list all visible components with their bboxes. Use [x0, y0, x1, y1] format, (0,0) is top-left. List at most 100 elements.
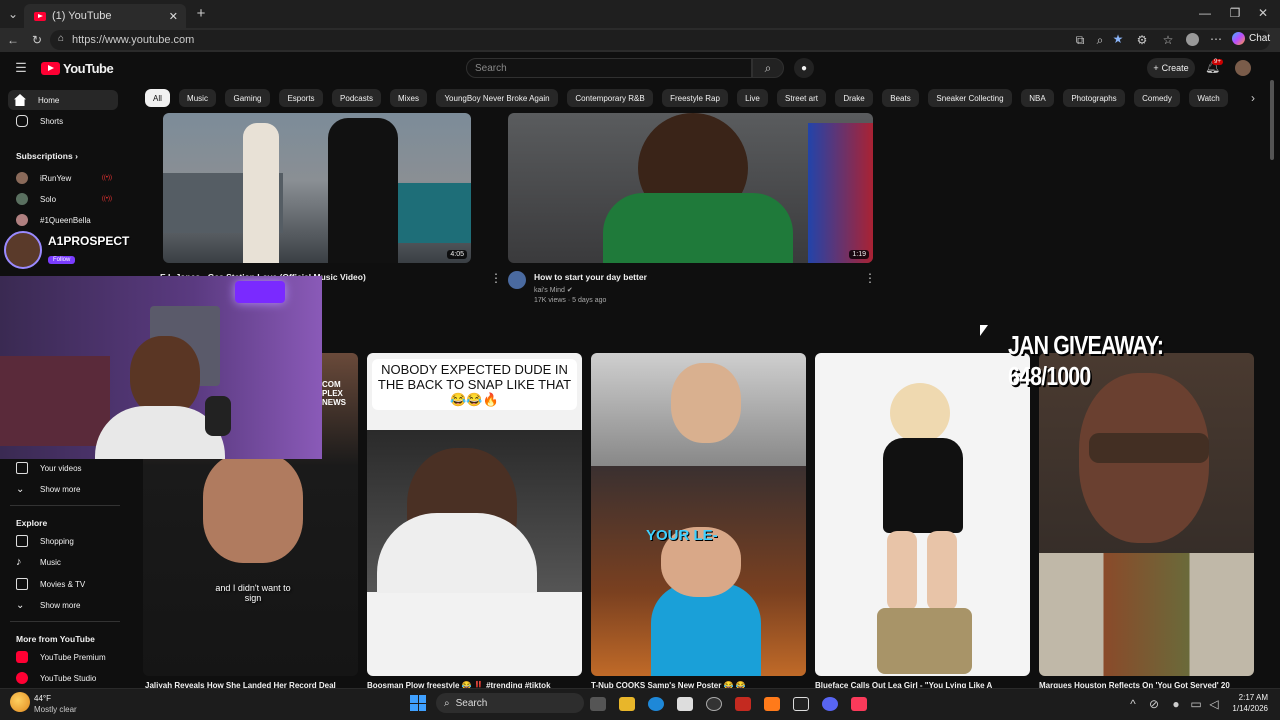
favorites-icon[interactable]: ☆: [1162, 34, 1174, 46]
app-icon[interactable]: [735, 697, 751, 711]
maximize-icon[interactable]: ❐: [1228, 7, 1242, 19]
sidebar-sub-irunyew[interactable]: iRunYew ((•)): [0, 168, 128, 188]
youtube-logo[interactable]: YouTube: [41, 61, 114, 76]
streamer-name-tag: A1PROSPECT Follow: [4, 230, 144, 270]
chip-street-art[interactable]: Street art: [777, 89, 826, 107]
sidebar-label: Shorts: [40, 116, 64, 126]
sidebar-item-shorts[interactable]: Shorts: [0, 111, 128, 131]
favorite-star-icon[interactable]: ★: [1112, 33, 1124, 45]
short-thumbnail[interactable]: [815, 353, 1030, 676]
search-input[interactable]: Search: [466, 58, 752, 78]
tray-icon[interactable]: ⊘: [1148, 698, 1160, 710]
search-button[interactable]: ⌕: [752, 58, 784, 78]
sidebar-sub-queenbella[interactable]: #1QueenBella: [0, 210, 128, 230]
weather-icon[interactable]: [10, 692, 30, 712]
hamburger-menu-icon[interactable]: ☰: [14, 61, 28, 74]
sidebar-item-your-videos[interactable]: Your videos: [0, 458, 128, 478]
tab-actions-icon[interactable]: ⌄: [6, 8, 20, 20]
extensions-icon[interactable]: ⚙: [1136, 34, 1148, 46]
app-icon[interactable]: [706, 697, 722, 711]
copilot-chat-button[interactable]: Chat: [1232, 32, 1270, 45]
microphone-icon[interactable]: ●: [1170, 698, 1182, 710]
close-tab-icon[interactable]: ✕: [169, 10, 178, 23]
short-thumbnail[interactable]: NOBODY EXPECTED DUDE IN THE BACK TO SNAP…: [367, 353, 582, 676]
sidebar-item-music[interactable]: ♪ Music: [0, 552, 128, 572]
film-icon: [16, 578, 28, 590]
sidebar-item-movies[interactable]: Movies & TV: [0, 574, 128, 594]
chip-drake[interactable]: Drake: [835, 89, 873, 107]
new-tab-button[interactable]: +: [194, 6, 208, 21]
video-more-options-icon[interactable]: ⋮: [490, 272, 502, 284]
page-scrollbar-thumb[interactable]: [1270, 80, 1274, 160]
chips-next-chevron-icon[interactable]: ›: [1248, 92, 1258, 104]
subscriptions-heading[interactable]: Subscriptions ›: [16, 151, 78, 161]
music-app-icon[interactable]: [851, 697, 867, 711]
sidebar-item-home[interactable]: Home: [8, 90, 118, 110]
video-more-options-icon[interactable]: ⋮: [864, 272, 876, 284]
chip-gaming[interactable]: Gaming: [225, 89, 270, 107]
chip-watch[interactable]: Watch: [1189, 89, 1228, 107]
profile-avatar[interactable]: [1186, 33, 1199, 46]
thumbnail-boots: [877, 608, 972, 674]
call-of-duty-icon[interactable]: [793, 697, 809, 711]
sidebar-label: YouTube Studio: [40, 673, 97, 683]
zoom-icon[interactable]: ⌕: [1094, 34, 1106, 46]
sidebar-item-studio[interactable]: YouTube Studio: [0, 668, 128, 688]
site-info-icon[interactable]: ⌂: [58, 33, 64, 44]
account-avatar[interactable]: [1235, 60, 1251, 76]
sidebar-sub-solo[interactable]: Solo ((•)): [0, 189, 128, 209]
video-thumbnail[interactable]: 4:05: [163, 113, 471, 263]
chip-podcasts[interactable]: Podcasts: [332, 89, 381, 107]
short-thumbnail[interactable]: YOUR LE-: [591, 353, 806, 676]
chip-esports[interactable]: Esports: [279, 89, 323, 107]
file-explorer-icon[interactable]: [619, 697, 635, 711]
short-caption: and I didn't want to sign: [215, 583, 291, 603]
video-thumbnail[interactable]: 1:19: [508, 113, 873, 263]
chip-nba[interactable]: NBA: [1021, 89, 1054, 107]
sidebar-show-more[interactable]: ⌄ Show more: [0, 479, 128, 499]
browser-tab-youtube[interactable]: (1) YouTube ✕: [24, 4, 186, 28]
sidebar-item-premium[interactable]: YouTube Premium: [0, 647, 128, 667]
window-close-icon[interactable]: ✕: [1256, 7, 1270, 19]
tray-chevron-icon[interactable]: ^: [1128, 698, 1138, 710]
taskbar-search[interactable]: ⌕ Search: [436, 693, 584, 713]
chip-music[interactable]: Music: [179, 89, 216, 107]
windows-start-icon[interactable]: [410, 695, 426, 711]
discord-icon[interactable]: [822, 697, 838, 711]
network-icon[interactable]: ▭: [1190, 698, 1202, 710]
refresh-icon[interactable]: ↻: [30, 34, 44, 46]
sidebar-label: Show more: [40, 484, 81, 494]
app-available-icon[interactable]: ⧉: [1074, 34, 1086, 46]
chip-comedy[interactable]: Comedy: [1134, 89, 1180, 107]
channel-name[interactable]: kai's Mind ✔: [534, 286, 573, 294]
chip-beats[interactable]: Beats: [882, 89, 919, 107]
address-bar[interactable]: ⌂ https://www.youtube.com: [50, 30, 1270, 50]
short-thumbnail[interactable]: [1039, 353, 1254, 676]
edge-browser-icon[interactable]: [648, 697, 664, 711]
chip-live[interactable]: Live: [737, 89, 768, 107]
volume-icon[interactable]: ◁: [1208, 698, 1220, 710]
chip-freestyle-rap[interactable]: Freestyle Rap: [662, 89, 728, 107]
shorts-icon: [16, 115, 28, 127]
store-icon[interactable]: [677, 697, 693, 711]
sidebar-show-more-explore[interactable]: ⌄ Show more: [0, 595, 128, 615]
clock[interactable]: 2:17 AM 1/14/2026: [1224, 693, 1268, 713]
back-icon[interactable]: ←: [6, 34, 20, 46]
app-icon[interactable]: [764, 697, 780, 711]
notification-badge: 9+: [1212, 59, 1223, 65]
weather-temp[interactable]: 44°F: [34, 694, 51, 703]
sidebar-item-shopping[interactable]: Shopping: [0, 531, 128, 551]
video-title[interactable]: How to start your day better: [534, 272, 647, 282]
chip-photographs[interactable]: Photographs: [1063, 89, 1125, 107]
more-menu-icon[interactable]: ⋯: [1210, 33, 1222, 45]
chip-all[interactable]: All: [145, 89, 170, 107]
voice-search-button[interactable]: ●: [794, 58, 814, 78]
chip-sneaker-collecting[interactable]: Sneaker Collecting: [928, 89, 1012, 107]
chip-youngboy-never-broke-again[interactable]: YoungBoy Never Broke Again: [436, 89, 558, 107]
channel-avatar[interactable]: [508, 271, 526, 289]
chip-mixes[interactable]: Mixes: [390, 89, 427, 107]
task-view-icon[interactable]: [590, 697, 606, 711]
minimize-icon[interactable]: —: [1198, 7, 1212, 19]
chip-contemporary-r-b[interactable]: Contemporary R&B: [567, 89, 653, 107]
create-button[interactable]: + Create: [1147, 58, 1195, 78]
